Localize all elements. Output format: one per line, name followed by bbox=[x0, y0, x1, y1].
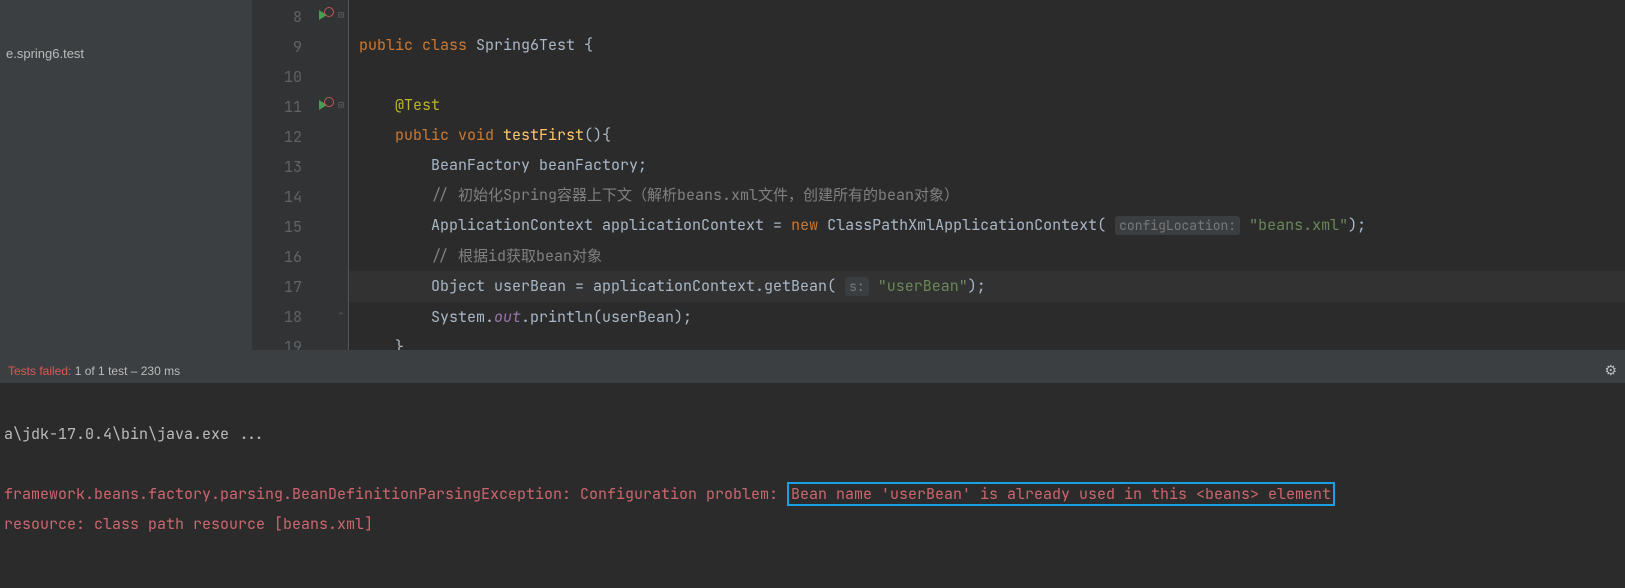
code-token: Object bbox=[431, 276, 494, 296]
code-editor[interactable]: public class Spring6Test { @Test public … bbox=[348, 0, 1625, 350]
code-token: applicationContext bbox=[602, 215, 773, 235]
code-token: { bbox=[584, 35, 593, 55]
line-number: 9 bbox=[254, 32, 302, 62]
code-token: userBean bbox=[494, 276, 575, 296]
fold-open-icon[interactable]: ⊟ bbox=[334, 0, 348, 30]
code-token: ); bbox=[1348, 215, 1366, 235]
line-number: 14 bbox=[254, 182, 302, 212]
inline-hint: configLocation: bbox=[1115, 216, 1240, 235]
code-token: testFirst bbox=[503, 125, 584, 145]
string-literal: "beans.xml" bbox=[1249, 215, 1348, 235]
line-number: 16 bbox=[254, 242, 302, 272]
run-test-icon[interactable] bbox=[319, 10, 327, 20]
code-token: ( bbox=[1097, 215, 1115, 235]
code-token: ); bbox=[968, 276, 986, 296]
line-number: 17 bbox=[254, 272, 302, 302]
comment: // 初始化Spring容器上下文（解析beans.xml文件，创建所有的bea… bbox=[431, 185, 959, 205]
code-token: Spring6Test bbox=[476, 35, 584, 55]
fold-open-icon[interactable]: ⊟ bbox=[334, 90, 348, 120]
line-number-gutter[interactable]: 8 9 10 11 12 13 14 15 16 17 18 19 bbox=[252, 0, 312, 350]
string-literal: "userBean" bbox=[878, 276, 968, 296]
console-command: a\jdk-17.0.4\bin\java.exe ... bbox=[4, 424, 265, 444]
line-number: 18 bbox=[254, 302, 302, 332]
sidebar-item[interactable] bbox=[0, 63, 252, 67]
console-error-line: resource: class path resource [beans.xml… bbox=[4, 514, 373, 534]
line-number: 11 bbox=[254, 92, 302, 122]
comment: // 根据id获取bean对象 bbox=[431, 246, 602, 266]
code-token: (){ bbox=[584, 125, 611, 145]
code-token: out bbox=[494, 307, 521, 327]
code-token: public class bbox=[359, 35, 476, 55]
line-number: 13 bbox=[254, 152, 302, 182]
code-token: new bbox=[791, 215, 827, 235]
project-sidebar[interactable]: e.spring6.test bbox=[0, 0, 252, 350]
line-number: 15 bbox=[254, 212, 302, 242]
gear-icon[interactable]: ⚙ bbox=[1604, 362, 1617, 379]
line-number: 12 bbox=[254, 122, 302, 152]
caret-line: Object userBean = applicationContext.get… bbox=[349, 271, 1625, 302]
line-number: 8 bbox=[254, 2, 302, 32]
code-token: .println(userBean); bbox=[521, 307, 692, 327]
code-token: = applicationContext.getBean( bbox=[575, 276, 845, 296]
code-token: ApplicationContext bbox=[431, 215, 602, 235]
code-token: System. bbox=[431, 307, 494, 327]
annotation: @Test bbox=[395, 95, 440, 115]
fold-close-icon[interactable]: ⌃ bbox=[334, 300, 348, 330]
run-test-icon[interactable] bbox=[319, 100, 327, 110]
test-status-bar: Tests failed: 1 of 1 test – 230 ms ⚙ bbox=[0, 358, 1625, 383]
code-token: ClassPathXmlApplicationContext bbox=[827, 215, 1097, 235]
run-gutter bbox=[312, 0, 334, 350]
console-output[interactable]: a\jdk-17.0.4\bin\java.exe ... framework.… bbox=[0, 383, 1625, 588]
code-token: } bbox=[395, 337, 404, 350]
code-token: beanFactory bbox=[539, 155, 638, 175]
highlighted-error: Bean name 'userBean' is already used in … bbox=[787, 482, 1335, 506]
fold-gutter: ⊟ ⊟ ⌃ bbox=[334, 0, 348, 350]
code-token: public void bbox=[395, 125, 503, 145]
code-token: BeanFactory bbox=[431, 155, 539, 175]
code-token: ; bbox=[638, 155, 647, 175]
inline-hint: s: bbox=[845, 277, 869, 296]
line-number: 10 bbox=[254, 62, 302, 92]
tests-failed-label: Tests failed: bbox=[8, 364, 71, 378]
sidebar-item[interactable]: e.spring6.test bbox=[0, 44, 252, 63]
code-token: = bbox=[773, 215, 791, 235]
tests-failed-count: 1 of 1 test – 230 ms bbox=[71, 364, 180, 378]
console-error-line: framework.beans.factory.parsing.BeanDefi… bbox=[4, 482, 1335, 506]
panel-divider[interactable] bbox=[0, 350, 1625, 358]
